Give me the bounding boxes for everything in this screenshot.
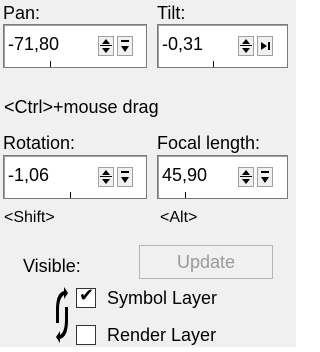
cycle-arrows-icon [56,287,68,343]
rotation-dropdown-icon[interactable] [117,167,133,187]
rotation-label: Rotation: [3,133,76,153]
rotation-tick [70,192,71,198]
visible-label: Visible: [23,256,81,276]
symbol-layer-checkbox[interactable]: ✔ [76,285,96,308]
rotation-value[interactable]: -1,06 [8,165,49,185]
focal-length-value[interactable]: 45,90 [162,165,207,185]
focal-length-tick [185,192,186,198]
pan-label: Pan: [3,3,41,23]
pan-field[interactable]: -71,80 [3,24,147,68]
tilt-value[interactable]: -0,31 [162,34,203,54]
pan-value[interactable]: -71,80 [8,34,59,54]
tilt-label: Tilt: [157,3,186,23]
render-layer-checkbox[interactable] [76,325,96,345]
update-button[interactable]: Update [139,245,273,279]
cycle-layers-button[interactable] [55,283,69,347]
alt-hint: <Alt> [160,209,198,226]
focal-length-label: Focal length: [157,133,261,153]
shift-hint: <Shift> [4,209,55,226]
symbol-layer-label[interactable]: Symbol Layer [107,288,217,308]
pan-dropdown-icon[interactable] [117,36,133,56]
focal-length-dropdown-icon[interactable] [257,167,273,187]
rotation-field[interactable]: -1,06 [3,155,147,199]
checkmark-icon: ✔ [79,285,95,306]
view-controls-panel: Pan: -71,80 Tilt: -0,31 <Ctrl>+mouse dra… [0,0,296,347]
focal-length-field[interactable]: 45,90 [157,155,288,199]
pan-spin-icon[interactable] [98,36,114,56]
tilt-spin-icon[interactable] [238,36,254,56]
focal-length-spin-icon[interactable] [238,167,254,187]
render-layer-label[interactable]: Render Layer [107,325,216,345]
tilt-play-icon[interactable] [257,36,273,56]
ctrl-drag-hint: <Ctrl>+mouse drag [4,97,159,117]
tilt-field[interactable]: -0,31 [157,24,288,68]
pan-tick [50,61,51,67]
rotation-spin-icon[interactable] [98,167,114,187]
tilt-tick [213,61,214,67]
